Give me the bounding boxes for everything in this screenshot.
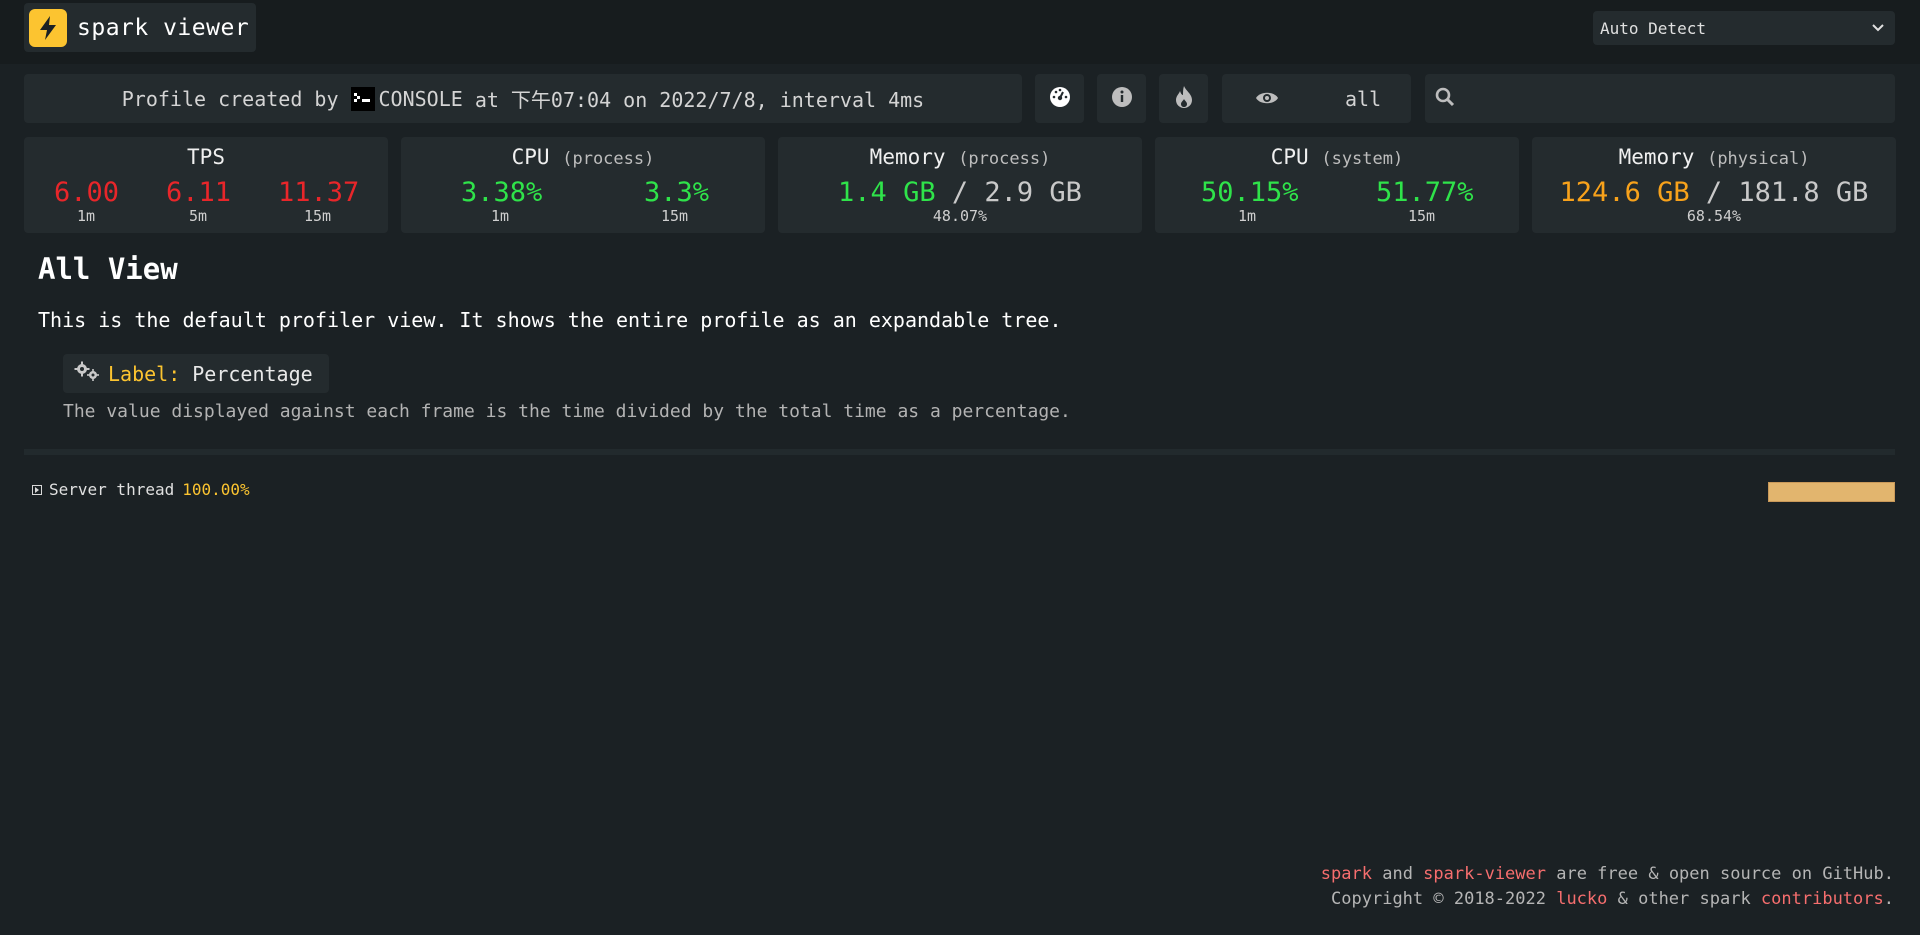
profile-creator: CONSOLE [378, 86, 463, 111]
cpu-process-subtitle: (process) [562, 149, 655, 169]
spark-link[interactable]: spark [1321, 864, 1372, 884]
cpu-system-title-text: CPU [1270, 145, 1309, 169]
tree-row-bar [1768, 482, 1895, 502]
memory-process-title: Memory (process) [778, 145, 1142, 169]
footer-line-1: spark and spark-viewer are free & open s… [1321, 862, 1894, 887]
cpu-system-1m-value: 50.15% [1201, 177, 1299, 208]
tps-card: TPS 6.00 6.11 11.37 1m 5m 15m [24, 137, 388, 233]
platform-select-value: Auto Detect [1600, 18, 1706, 38]
divider [24, 449, 1895, 455]
memory-process-percent: 48.07% [932, 207, 988, 225]
cpu-system-card: CPU (system) 50.15% 51.77% 1m 15m [1155, 137, 1519, 233]
cpu-system-1m-label: 1m [1238, 207, 1257, 225]
flame-icon [1174, 85, 1194, 113]
cpu-process-15m-label: 15m [661, 207, 689, 225]
eye-icon [1255, 87, 1279, 111]
memory-physical-value: 124.6 GB / 181.8 GB [1532, 177, 1896, 208]
footer-mid: & other spark [1607, 889, 1761, 909]
label-key: Label: [108, 361, 181, 386]
footer-line1-rest: are free & open source on GitHub. [1546, 864, 1894, 884]
tps-1m-label: 1m [77, 207, 96, 225]
lightning-icon [29, 8, 67, 47]
cpu-process-title-text: CPU [511, 145, 550, 169]
spark-viewer-link[interactable]: spark-viewer [1423, 864, 1546, 884]
memory-process-card: Memory (process) 1.4 GB / 2.9 GB 48.07% [778, 137, 1142, 233]
app-title: spark viewer [77, 14, 250, 41]
memory-physical-total: 181.8 GB [1738, 177, 1869, 208]
view-title: All View [38, 252, 178, 286]
cpu-system-15m-label: 15m [1408, 207, 1436, 225]
memory-process-subtitle: (process) [958, 149, 1051, 169]
cpu-system-title: CPU (system) [1155, 145, 1519, 169]
top-bar: spark viewer Auto Detect [0, 0, 1920, 64]
memory-physical-card: Memory (physical) 124.6 GB / 181.8 GB 68… [1532, 137, 1896, 233]
profile-info-details: at 下午07:04 on 2022/7/8, interval 4ms [474, 88, 925, 112]
footer-end: . [1883, 889, 1894, 909]
info-button[interactable] [1097, 74, 1146, 123]
expand-icon[interactable] [32, 480, 42, 499]
gears-icon [74, 361, 100, 386]
label-mode-toggle[interactable]: Label: Percentage [63, 354, 329, 393]
platform-select[interactable]: Auto Detect [1593, 11, 1895, 45]
cpu-system-15m-value: 51.77% [1376, 177, 1474, 208]
app-logo[interactable]: spark viewer [24, 3, 256, 52]
footer: spark and spark-viewer are free & open s… [1321, 862, 1894, 912]
tree-row-name: Server thread [49, 480, 175, 499]
flame-button[interactable] [1159, 74, 1208, 123]
tps-15m-label: 15m [304, 207, 332, 225]
tree-row[interactable]: Server thread 100.00% [32, 480, 250, 499]
cpu-process-1m-value: 3.38% [461, 177, 543, 208]
cpu-process-card: CPU (process) 3.38% 3.3% 1m 15m [401, 137, 765, 233]
view-mode-button[interactable]: all [1222, 74, 1411, 123]
memory-process-separator: / [951, 177, 969, 208]
memory-process-title-text: Memory [869, 145, 946, 169]
chevron-down-icon [1871, 20, 1885, 39]
footer-and: and [1371, 864, 1424, 884]
tps-5m-value: 6.11 [166, 177, 232, 208]
label-value: Percentage [192, 361, 313, 386]
memory-process-used: 1.4 GB [838, 177, 936, 208]
cpu-process-title: CPU (process) [401, 145, 765, 169]
memory-process-total: 2.9 GB [984, 177, 1082, 208]
tps-5m-label: 5m [189, 207, 208, 225]
footer-copyright: Copyright © 2018-2022 [1331, 889, 1557, 909]
cpu-system-subtitle: (system) [1321, 149, 1404, 169]
memory-physical-percent: 68.54% [1686, 207, 1742, 225]
tree-row-percent: 100.00% [182, 480, 250, 499]
console-avatar-icon [350, 86, 375, 111]
cpu-process-1m-label: 1m [491, 207, 510, 225]
memory-physical-used: 124.6 GB [1559, 177, 1690, 208]
tps-title: TPS [187, 145, 225, 169]
label-description: The value displayed against each frame i… [63, 401, 1071, 422]
info-icon [1111, 86, 1133, 112]
view-description: This is the default profiler view. It sh… [38, 308, 1062, 332]
search-input[interactable] [1425, 74, 1895, 123]
lucko-link[interactable]: lucko [1556, 889, 1607, 909]
dashboard-icon [1049, 86, 1071, 112]
view-mode-label: all [1345, 86, 1382, 111]
memory-physical-subtitle: (physical) [1707, 149, 1810, 169]
memory-physical-separator: / [1705, 177, 1723, 208]
search-icon [1435, 87, 1455, 111]
cpu-process-15m-value: 3.3% [644, 177, 710, 208]
memory-physical-title: Memory (physical) [1532, 145, 1896, 169]
contributors-link[interactable]: contributors [1761, 889, 1884, 909]
footer-line-2: Copyright © 2018-2022 lucko & other spar… [1321, 887, 1894, 912]
tps-15m-value: 11.37 [278, 177, 360, 208]
profile-info-bar: Profile created by CONSOLE at 下午07:04 on… [24, 74, 1022, 123]
tps-1m-value: 6.00 [54, 177, 120, 208]
memory-process-value: 1.4 GB / 2.9 GB [778, 177, 1142, 208]
dashboard-button[interactable] [1035, 74, 1084, 123]
profile-info-prefix: Profile created by [121, 86, 339, 111]
memory-physical-title-text: Memory [1618, 145, 1695, 169]
